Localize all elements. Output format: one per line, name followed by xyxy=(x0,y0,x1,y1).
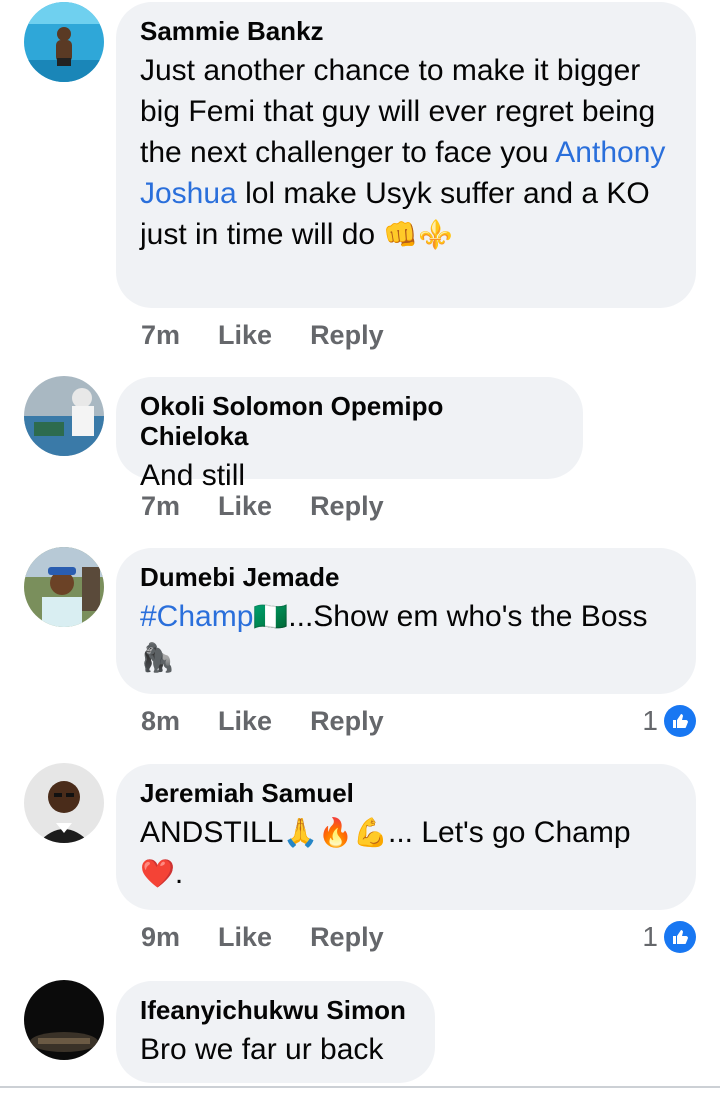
comment-author[interactable]: Ifeanyichukwu Simon xyxy=(140,995,409,1025)
reply-button[interactable]: Reply xyxy=(310,922,384,953)
comment-text: And still xyxy=(140,459,246,492)
comment-author[interactable]: Jeremiah Samuel xyxy=(140,778,670,808)
reply-button[interactable]: Reply xyxy=(310,706,384,737)
reply-button[interactable]: Reply xyxy=(310,491,384,522)
comment-text: Bro we far ur back xyxy=(140,1033,384,1066)
heart-emoji: ❤️ xyxy=(140,857,175,890)
like-button[interactable]: Like xyxy=(218,320,272,351)
comment-author[interactable]: Dumebi Jemade xyxy=(140,562,670,592)
reaction-count[interactable]: 1 xyxy=(642,705,696,737)
reply-button[interactable]: Reply xyxy=(310,320,384,351)
comment-bubble: Dumebi Jemade #Champ🇳🇬...Show em who's t… xyxy=(116,548,696,694)
reaction-count[interactable]: 1 xyxy=(642,921,696,953)
like-button[interactable]: Like xyxy=(218,922,272,953)
timestamp: 8m xyxy=(141,706,181,736)
like-button[interactable]: Like xyxy=(218,491,272,522)
comment-actions: 8m Like Reply xyxy=(141,706,422,737)
comment-bubble: Ifeanyichukwu Simon Bro we far ur back xyxy=(116,981,435,1083)
comment-actions: 7m Like Reply xyxy=(141,491,422,522)
avatar[interactable] xyxy=(24,980,104,1060)
pray-fire-muscle-emoji: 🙏🔥💪 xyxy=(283,816,388,849)
timestamp: 9m xyxy=(141,922,181,952)
avatar[interactable] xyxy=(24,763,104,843)
comment-text: Just another chance to make it bigger bi… xyxy=(140,54,666,251)
like-button[interactable]: Like xyxy=(218,706,272,737)
comment-bubble: Okoli Solomon Opemipo Chieloka And still xyxy=(116,377,583,492)
thumbs-up-icon xyxy=(664,705,696,737)
comment-author[interactable]: Sammie Bankz xyxy=(140,16,670,46)
comment-author[interactable]: Okoli Solomon Opemipo Chieloka xyxy=(140,391,557,451)
hashtag-link[interactable]: #Champ xyxy=(140,600,253,633)
comment-bubble: Sammie Bankz Just another chance to make… xyxy=(116,2,696,308)
fist-fleur-emoji: 👊⚜️ xyxy=(383,218,454,251)
timestamp: 7m xyxy=(141,491,181,521)
avatar[interactable] xyxy=(24,376,104,456)
avatar[interactable] xyxy=(24,547,104,627)
timestamp: 7m xyxy=(141,320,181,350)
gorilla-emoji: 🦍 xyxy=(140,641,175,674)
avatar[interactable] xyxy=(24,2,104,82)
comment-text: ANDSTILL🙏🔥💪... Let's go Champ ❤️. xyxy=(140,816,631,890)
nigeria-flag-emoji: 🇳🇬 xyxy=(253,600,289,633)
comment-actions: 7m Like Reply xyxy=(141,320,422,351)
thumbs-up-icon xyxy=(664,921,696,953)
comment-bubble: Jeremiah Samuel ANDSTILL🙏🔥💪... Let's go … xyxy=(116,764,696,910)
divider xyxy=(0,1086,720,1088)
comment-actions: 9m Like Reply xyxy=(141,922,422,953)
comment-text: #Champ🇳🇬...Show em who's the Boss🦍 xyxy=(140,600,648,674)
